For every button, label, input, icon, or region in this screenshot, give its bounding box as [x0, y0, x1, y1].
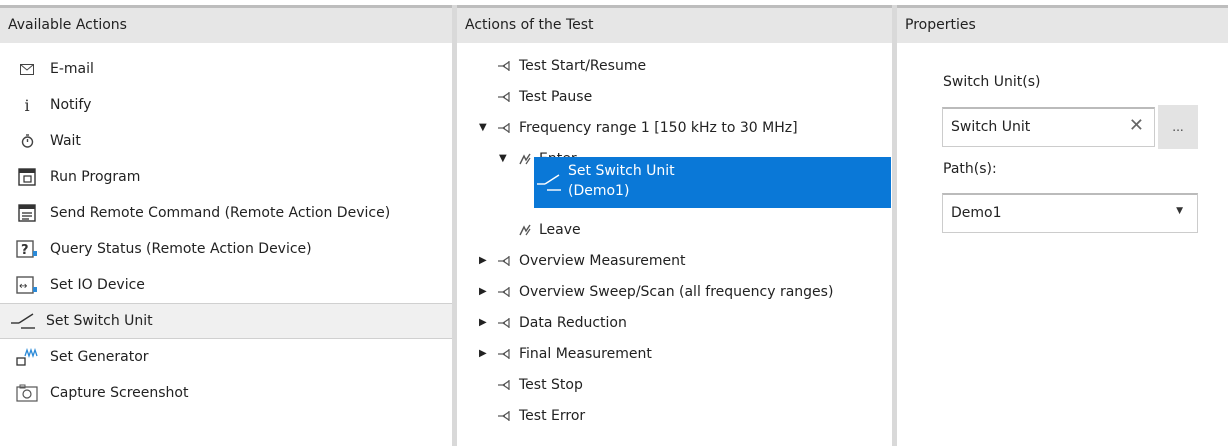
- action-label: Query Status (Remote Action Device): [50, 241, 312, 257]
- action-label: Capture Screenshot: [50, 385, 189, 401]
- collapsed-arrow-icon[interactable]: ▶: [479, 255, 489, 266]
- tree-node-final-measurement[interactable]: ▶ Final Measurement: [457, 338, 892, 369]
- collapsed-arrow-icon[interactable]: ▶: [479, 317, 489, 328]
- switch-unit-icon: [537, 172, 563, 198]
- action-item-set-switch-unit[interactable]: Set Switch Unit: [0, 303, 452, 339]
- tree-node-set-switch-unit[interactable]: Set Switch Unit (Demo1): [534, 157, 891, 208]
- properties-header: Properties: [897, 5, 1228, 43]
- action-item-notify[interactable]: i Notify: [0, 87, 452, 123]
- event-icon: [518, 152, 534, 166]
- generator-icon: [16, 346, 38, 368]
- run-program-icon: [16, 166, 38, 188]
- expanded-arrow-icon[interactable]: ▼: [499, 153, 509, 164]
- available-actions-list: E-mail i Notify Wait Run Program Send Re…: [0, 43, 452, 411]
- tree-branch-icon: [497, 316, 513, 330]
- tree-node-test-stop[interactable]: Test Stop: [457, 369, 892, 400]
- test-actions-panel: Actions of the Test Test Start/Resume Te…: [457, 5, 892, 446]
- action-label: Wait: [50, 133, 81, 149]
- tree-node-test-start[interactable]: Test Start/Resume: [457, 50, 892, 81]
- tree-branch-icon: [497, 409, 513, 423]
- remote-command-icon: [16, 202, 38, 224]
- tree-node-overview-sweep-scan[interactable]: ▶ Overview Sweep/Scan (all frequency ran…: [457, 276, 892, 307]
- test-actions-tree: Test Start/Resume Test Pause ▼ Frequency…: [457, 43, 892, 443]
- test-actions-header: Actions of the Test: [457, 5, 892, 43]
- tree-node-overview-measurement[interactable]: ▶ Overview Measurement: [457, 245, 892, 276]
- action-label: Send Remote Command (Remote Action Devic…: [50, 205, 391, 221]
- switch-units-label: Switch Unit(s): [943, 74, 1041, 90]
- chevron-down-icon: ▼: [1176, 206, 1183, 216]
- tree-node-test-error[interactable]: Test Error: [457, 400, 892, 431]
- action-item-capture-screenshot[interactable]: Capture Screenshot: [0, 375, 452, 411]
- action-item-set-io-device[interactable]: ↔ Set IO Device: [0, 267, 452, 303]
- action-item-set-generator[interactable]: Set Generator: [0, 339, 452, 375]
- action-label: Notify: [50, 97, 92, 113]
- svg-text:↔: ↔: [19, 281, 27, 292]
- action-item-email[interactable]: E-mail: [0, 51, 452, 87]
- expanded-arrow-icon[interactable]: ▼: [479, 122, 489, 133]
- browse-button[interactable]: ...: [1158, 105, 1198, 149]
- tree-node-leave[interactable]: Leave: [457, 214, 892, 245]
- clear-icon[interactable]: ✕: [1129, 115, 1144, 136]
- tree-node-data-reduction[interactable]: ▶ Data Reduction: [457, 307, 892, 338]
- tree-branch-icon: [497, 378, 513, 392]
- available-actions-panel: Available Actions E-mail i Notify Wait R…: [0, 5, 452, 446]
- tree-branch-icon: [497, 59, 513, 73]
- available-actions-header: Available Actions: [0, 5, 452, 43]
- collapsed-arrow-icon[interactable]: ▶: [479, 348, 489, 359]
- timer-icon: [16, 130, 38, 152]
- switch-unit-icon: [10, 310, 38, 332]
- switch-unit-field[interactable]: Switch Unit ✕: [942, 107, 1155, 147]
- action-item-wait[interactable]: Wait: [0, 123, 452, 159]
- tree-branch-icon: [497, 90, 513, 104]
- tree-branch-icon: [497, 347, 513, 361]
- action-label: Set IO Device: [50, 277, 145, 293]
- action-label: Set Switch Unit: [46, 313, 153, 329]
- tree-branch-icon: [497, 121, 513, 135]
- tree-node-test-pause[interactable]: Test Pause: [457, 81, 892, 112]
- mail-icon: [16, 58, 38, 80]
- path-dropdown[interactable]: Demo1 ▼: [942, 193, 1198, 233]
- camera-icon: [16, 382, 38, 404]
- action-label: Set Generator: [50, 349, 149, 365]
- action-item-send-remote-command[interactable]: Send Remote Command (Remote Action Devic…: [0, 195, 452, 231]
- tree-branch-icon: [497, 285, 513, 299]
- tree-node-frequency-range-1[interactable]: ▼ Frequency range 1 [150 kHz to 30 MHz]: [457, 112, 892, 143]
- collapsed-arrow-icon[interactable]: ▶: [479, 286, 489, 297]
- action-label: Run Program: [50, 169, 141, 185]
- svg-text:?: ?: [21, 243, 29, 258]
- event-icon: [518, 223, 534, 237]
- paths-label: Path(s):: [943, 161, 997, 177]
- action-item-run-program[interactable]: Run Program: [0, 159, 452, 195]
- info-icon: i: [24, 95, 30, 115]
- action-label: E-mail: [50, 61, 94, 77]
- query-status-icon: ?: [16, 238, 38, 260]
- action-item-query-status[interactable]: ? Query Status (Remote Action Device): [0, 231, 452, 267]
- tree-branch-icon: [497, 254, 513, 268]
- io-device-icon: ↔: [16, 274, 38, 296]
- properties-panel: Properties Switch Unit(s) Switch Unit ✕ …: [897, 5, 1228, 446]
